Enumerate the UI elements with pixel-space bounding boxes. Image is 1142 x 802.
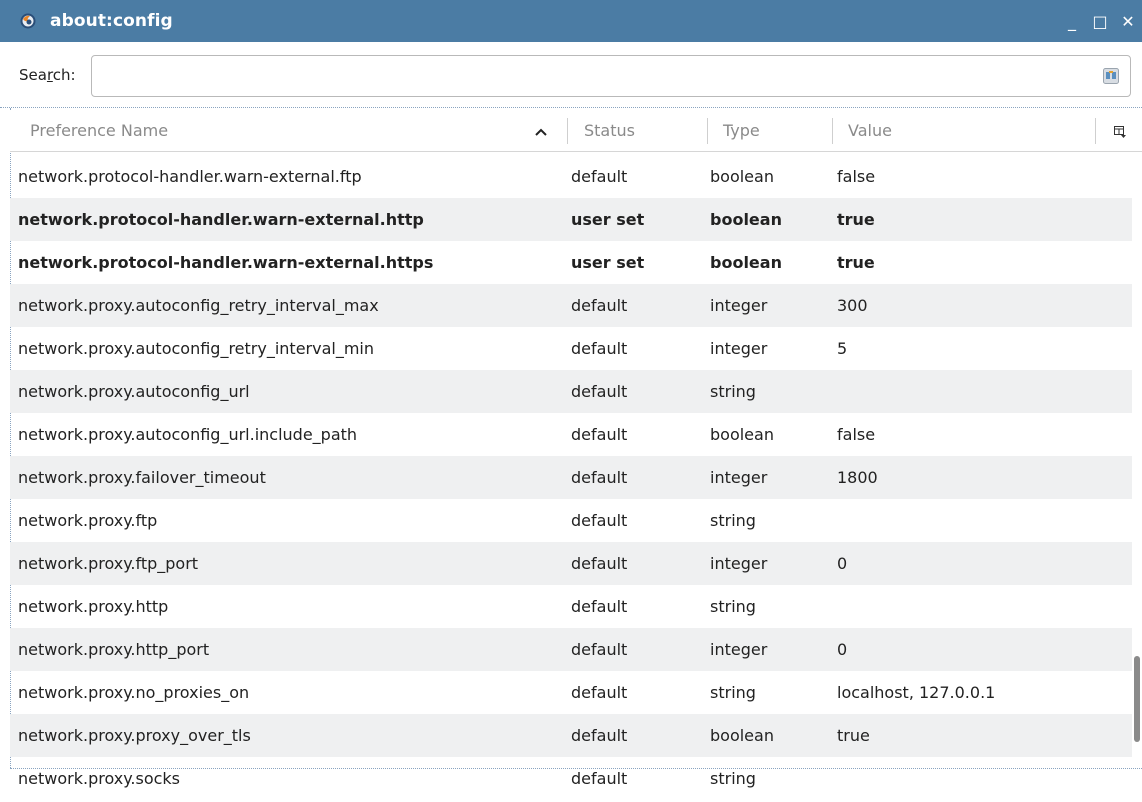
table-row[interactable]: network.protocol-handler.warn-external.h… — [10, 198, 1132, 241]
pref-type-cell: integer — [710, 339, 768, 358]
sort-ascending-icon[interactable] — [532, 110, 550, 152]
pref-status-cell: default — [571, 425, 628, 444]
pref-name-cell: network.proxy.ftp — [18, 511, 158, 530]
pref-name-cell: network.proxy.http_port — [18, 640, 210, 659]
pref-name-cell: network.proxy.autoconfig_retry_interval_… — [18, 339, 375, 358]
table-row[interactable]: network.proxy.no_proxies_on default string… — [10, 671, 1132, 714]
maximize-button[interactable]: □ — [1086, 0, 1114, 42]
table-row[interactable]: network.protocol-handler.warn-external.h… — [10, 241, 1132, 284]
window-title: about:config — [50, 11, 173, 31]
column-header-name[interactable]: Preference Name — [30, 110, 168, 152]
pref-status-cell: default — [571, 726, 628, 745]
pref-value-cell: 300 — [837, 296, 868, 315]
table-row[interactable]: network.protocol-handler.warn-external.f… — [10, 155, 1132, 198]
panel-border — [10, 768, 1142, 770]
pref-type-cell: integer — [710, 296, 768, 315]
pref-status-cell: default — [571, 468, 628, 487]
table-row[interactable]: network.proxy.http default string — [10, 585, 1132, 628]
pref-name-cell: network.proxy.autoconfig_url — [18, 382, 250, 401]
pref-status-cell: default — [571, 339, 628, 358]
window-controls: _ □ ✕ — [1058, 0, 1142, 42]
pref-name-cell: network.proxy.no_proxies_on — [18, 683, 250, 702]
table-row[interactable]: network.proxy.proxy_over_tls default boole… — [10, 714, 1132, 757]
pref-value-cell: false — [837, 425, 876, 444]
pref-type-cell: string — [710, 769, 756, 788]
pref-status-cell: default — [571, 597, 628, 616]
pref-type-cell: string — [710, 382, 756, 401]
pref-type-cell: string — [710, 683, 756, 702]
table-row[interactable]: network.proxy.autoconfig_retry_interval_… — [10, 284, 1132, 327]
pref-value-cell: true — [837, 210, 875, 229]
pref-type-cell: string — [710, 511, 756, 530]
pref-type-cell: boolean — [710, 167, 774, 186]
pref-status-cell: user set — [571, 210, 645, 229]
search-clear-icon[interactable] — [1103, 68, 1119, 84]
pref-name-cell: network.proxy.failover_timeout — [18, 468, 266, 487]
search-input[interactable] — [91, 55, 1131, 97]
pref-type-cell: string — [710, 597, 756, 616]
pref-name-cell: network.proxy.http — [18, 597, 169, 616]
pref-status-cell: default — [571, 167, 628, 186]
column-divider[interactable] — [567, 118, 568, 144]
pref-type-cell: integer — [710, 554, 768, 573]
table-row[interactable]: network.proxy.ftp default string — [10, 499, 1132, 542]
pref-name-cell: network.proxy.proxy_over_tls — [18, 726, 251, 745]
pref-value-cell: true — [837, 726, 870, 745]
pref-status-cell: default — [571, 554, 628, 573]
table-header: Preference Name Status Type Value — [10, 110, 1142, 152]
pref-name-cell: network.proxy.autoconfig_url.include_pat… — [18, 425, 358, 444]
table-row[interactable]: network.proxy.autoconfig_url default strin… — [10, 370, 1132, 413]
search-bar: Search: — [0, 42, 1142, 108]
minimize-button[interactable]: _ — [1058, 0, 1086, 42]
pref-name-cell: network.proxy.ftp_port — [18, 554, 199, 573]
table-row[interactable]: network.proxy.autoconfig_retry_interval_… — [10, 327, 1132, 370]
pref-name-cell: network.protocol-handler.warn-external.h… — [18, 253, 434, 272]
pref-type-cell: boolean — [710, 253, 782, 272]
scrollbar-thumb[interactable] — [1134, 656, 1140, 742]
pref-name-cell: network.proxy.autoconfig_retry_interval_… — [18, 296, 379, 315]
column-divider[interactable] — [832, 118, 833, 144]
title-bar: about:config _ □ ✕ — [0, 0, 1142, 42]
pref-status-cell: default — [571, 296, 628, 315]
table-row[interactable]: network.proxy.ftp_port default integer 0 — [10, 542, 1132, 585]
vertical-scrollbar[interactable] — [1132, 152, 1142, 768]
pref-name-cell: network.proxy.socks — [18, 769, 181, 788]
table-row[interactable]: network.proxy.failover_timeout default int… — [10, 456, 1132, 499]
pref-type-cell: boolean — [710, 210, 782, 229]
pref-status-cell: default — [571, 683, 628, 702]
column-header-status[interactable]: Status — [584, 110, 635, 152]
column-picker-icon[interactable] — [1114, 110, 1128, 152]
table-row[interactable]: network.proxy.http_port default integer 0 — [10, 628, 1132, 671]
table-row[interactable]: network.proxy.autoconfig_url.include_pat… — [10, 413, 1132, 456]
pref-status-cell: default — [571, 382, 628, 401]
pref-name-cell: network.protocol-handler.warn-external.f… — [18, 167, 362, 186]
pref-status-cell: default — [571, 640, 628, 659]
pref-value-cell: 5 — [837, 339, 848, 358]
column-header-type[interactable]: Type — [723, 110, 760, 152]
pref-value-cell: 0 — [837, 554, 848, 573]
pref-value-cell: 0 — [837, 640, 848, 659]
pref-status-cell: user set — [571, 253, 645, 272]
pref-value-cell: 1800 — [837, 468, 878, 487]
column-header-value[interactable]: Value — [848, 110, 892, 152]
firefox-icon — [20, 13, 36, 29]
pref-type-cell: boolean — [710, 726, 774, 745]
pref-value-cell: true — [837, 253, 875, 272]
table-row[interactable]: network.proxy.socks default string — [10, 757, 1132, 800]
search-label: Search: — [19, 66, 76, 84]
pref-status-cell: default — [571, 769, 628, 788]
preferences-list: network.protocol-handler.warn-external.f… — [10, 155, 1132, 800]
pref-type-cell: integer — [710, 640, 768, 659]
column-divider[interactable] — [707, 118, 708, 144]
close-button[interactable]: ✕ — [1114, 0, 1142, 42]
pref-name-cell: network.protocol-handler.warn-external.h… — [18, 210, 424, 229]
pref-status-cell: default — [571, 511, 628, 530]
pref-type-cell: integer — [710, 468, 768, 487]
column-divider[interactable] — [1095, 118, 1096, 144]
pref-value-cell: localhost, 127.0.0.1 — [837, 683, 996, 702]
pref-value-cell: false — [837, 167, 876, 186]
pref-type-cell: boolean — [710, 425, 774, 444]
